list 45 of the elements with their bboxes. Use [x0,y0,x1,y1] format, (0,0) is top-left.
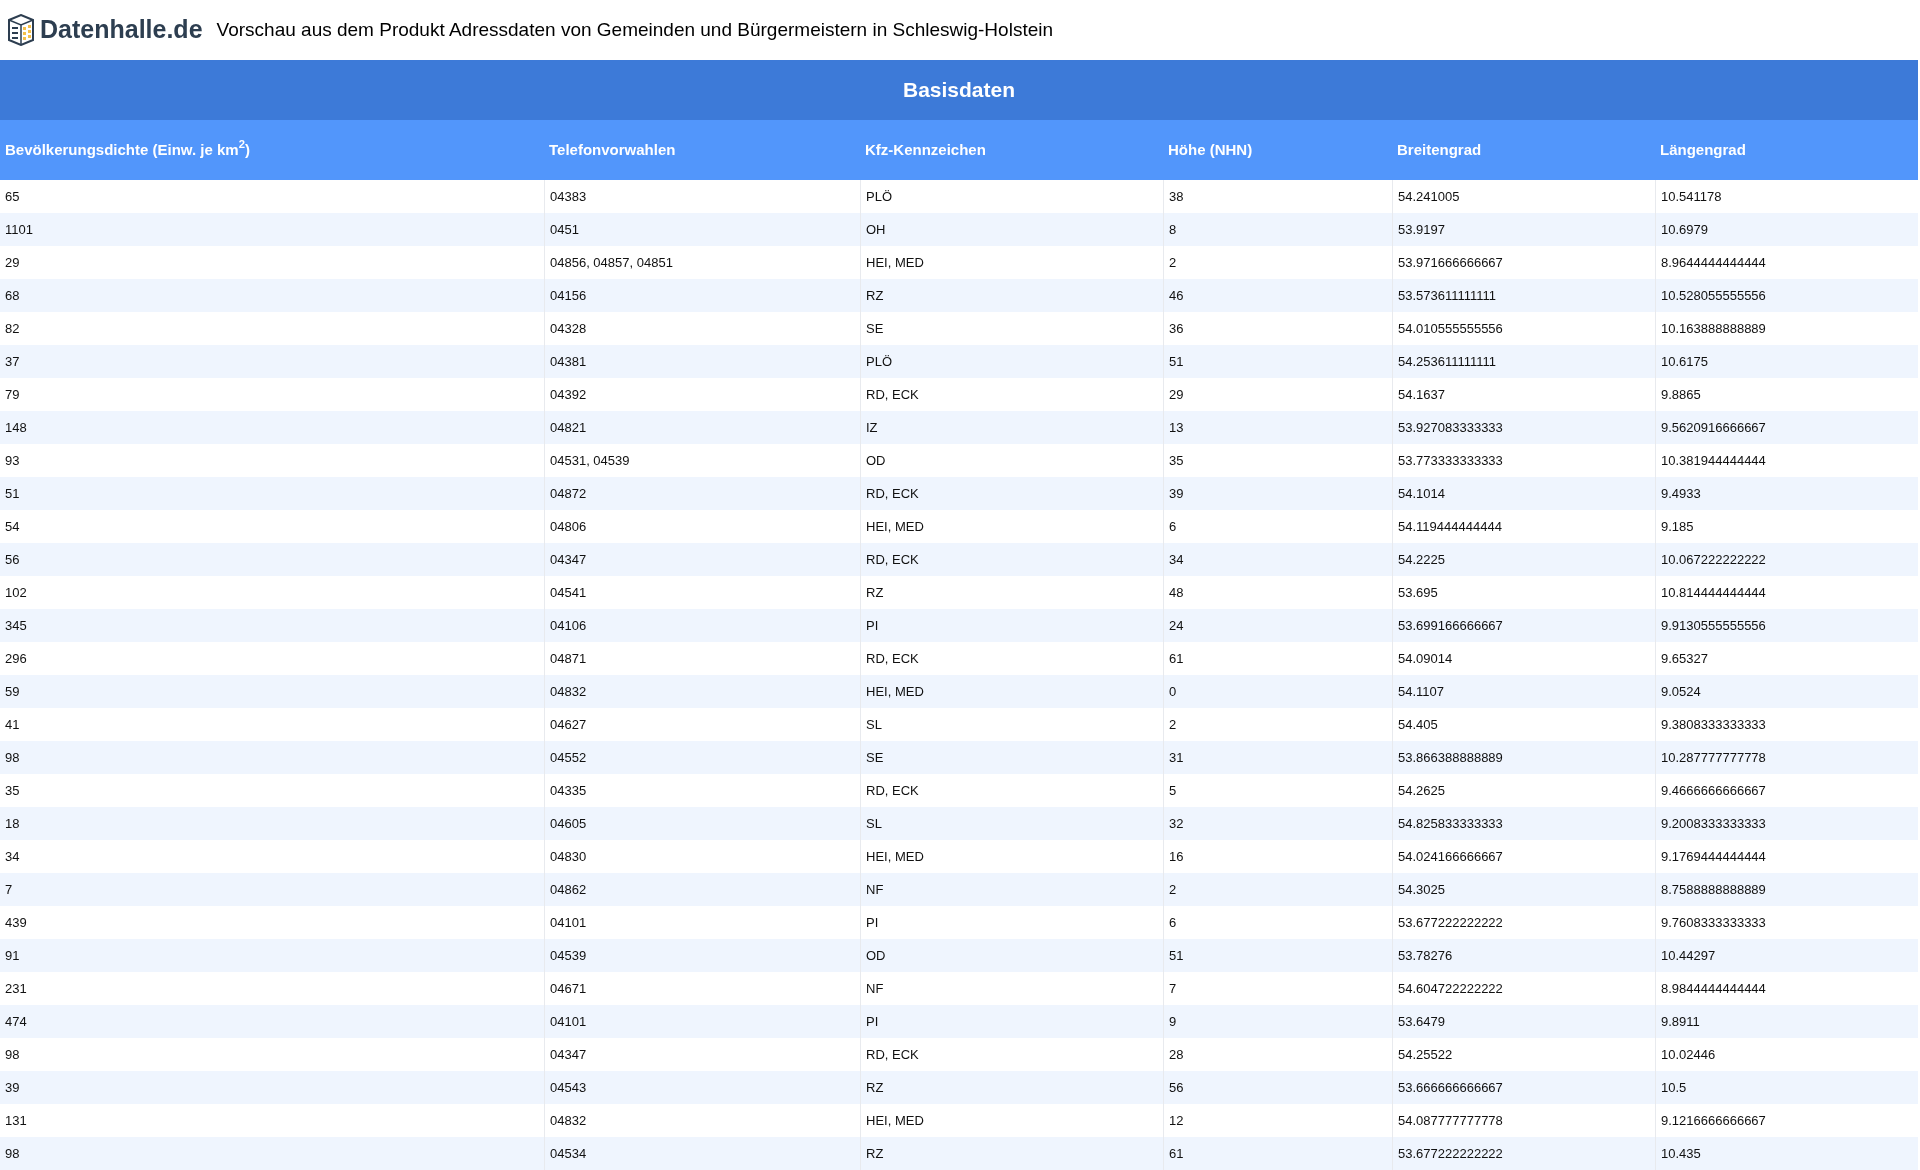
table-cell-text: 439 [4,913,28,932]
table-cell-text: 98 [4,1045,21,1064]
table-cell-text: 54 [4,517,21,536]
table-cell-text: 91 [4,946,21,965]
table-cell: 10.435 [1655,1137,1918,1170]
table-cell: 53.677222222222 [1392,1137,1655,1170]
page-title: Vorschau aus dem Produkt Adressdaten von Gemeinden und Bürgermeistern in Schleswig-Holstein [216,17,1054,42]
table-cell-text: 296 [4,649,28,668]
table-cell-text: 98 [4,1144,21,1163]
table-cell-text: 29 [4,253,21,272]
table-cell-text: 65 [4,187,21,206]
table-cell-text: 35 [4,781,21,800]
column-header: Höhe (NHN) [1167,139,1254,160]
table-cell-text: 56 [4,550,21,569]
table-cell-text: 131 [4,1111,28,1130]
table-cell-text: 68 [4,286,21,305]
table-cell: 04534 [544,1137,860,1170]
table-cell: 61 [1163,1137,1392,1170]
logo-text[interactable]: Datenhalle.de [40,11,203,49]
table-cell-text: 34 [4,847,21,866]
table-cell-text: 7 [4,880,14,899]
table-cell-text: 39 [4,1078,21,1097]
table-cell-text: 148 [4,418,28,437]
table-cell-text: 93 [4,451,21,470]
table-cell: RZ [860,1137,1163,1170]
table-cell-text: 98 [4,748,21,767]
column-header: Längengrad [1659,139,1747,160]
table-cell-text: 474 [4,1012,28,1031]
column-header: Telefonvorwahlen [548,139,677,160]
table-cell-text: 102 [4,583,28,602]
column-header: Bevölkerungsdichte (Einw. je km$^{2}$) [4,137,251,160]
table-cell-text: 231 [4,979,28,998]
table-cell-text: 1101 [4,220,34,239]
table-cell-text: 51 [4,484,21,503]
table-caption: Basisdaten [0,60,1918,120]
table-cell-text: 79 [4,385,21,404]
table-cell-text: 82 [4,319,21,338]
column-header: Kfz-Kennzeichen [864,139,987,160]
table-cell-text: 345 [4,616,28,635]
table-cell-text: 37 [4,352,21,371]
logo-icon [6,14,36,46]
table-cell-text: 59 [4,682,21,701]
table-cell-text: 18 [4,814,21,833]
table-cell-text: 41 [4,715,21,734]
column-header: Breitengrad [1396,139,1483,160]
